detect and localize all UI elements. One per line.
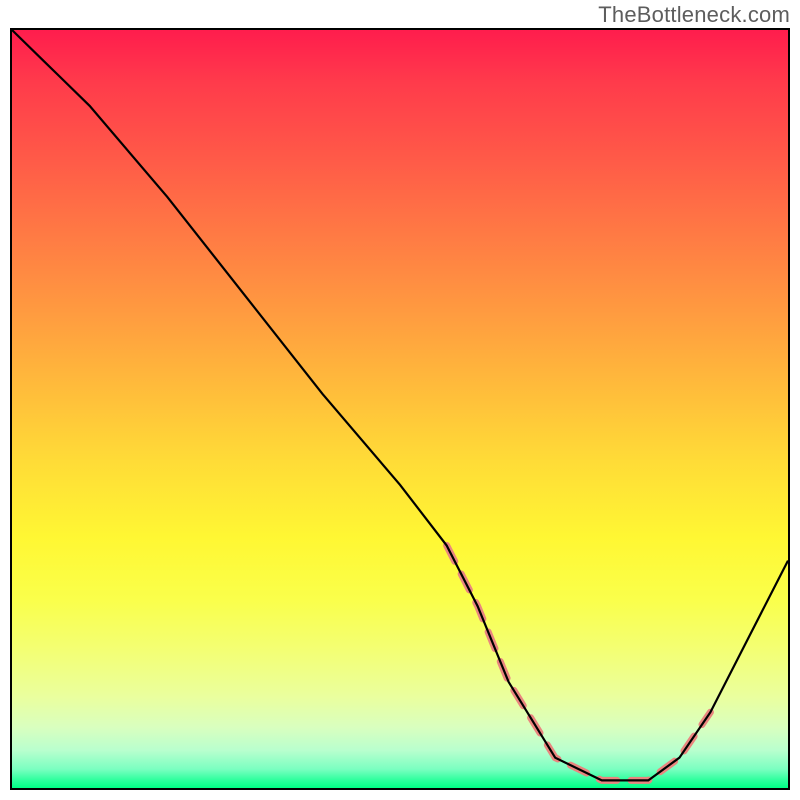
bottleneck-curve <box>12 30 788 780</box>
curve-svg <box>12 30 788 788</box>
watermark-text: TheBottleneck.com <box>598 2 790 28</box>
chart-container: TheBottleneck.com <box>0 0 800 800</box>
valley-highlight <box>447 545 711 780</box>
plot-area <box>10 28 790 790</box>
